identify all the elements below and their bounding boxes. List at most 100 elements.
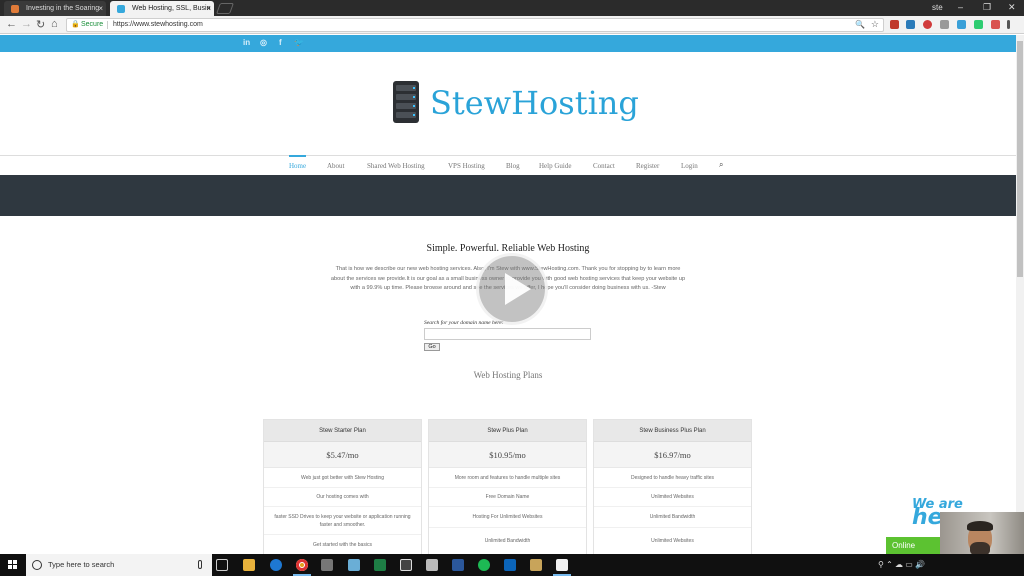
play-icon (505, 273, 531, 305)
edge-icon[interactable] (270, 559, 282, 571)
online-status-badge: Online (886, 537, 946, 554)
hero-band (0, 175, 1016, 216)
app-icon[interactable] (530, 559, 542, 571)
browser-tab-investing[interactable]: Investing in the Soaring × (4, 1, 106, 16)
site-logo-text[interactable]: StewHosting (430, 84, 639, 122)
bookmark-star-icon[interactable]: ☆ (871, 18, 879, 30)
home-icon[interactable]: ⌂ (51, 18, 58, 30)
minimize-icon[interactable]: – (958, 2, 963, 12)
browser-tab-bar: Investing in the Soaring × Web Hosting, … (0, 0, 1024, 16)
plan-feature: Our hosting comes with (264, 488, 421, 507)
nav-login[interactable]: Login (681, 162, 698, 170)
spotify-icon[interactable] (478, 559, 490, 571)
go-button[interactable]: Go (424, 343, 440, 351)
plan-card-starter: Stew Starter Plan $5.47/mo Web just got … (263, 419, 422, 559)
taskbar-search-box[interactable]: Type here to search (26, 554, 212, 576)
file-explorer-icon[interactable] (243, 559, 255, 571)
instagram-icon[interactable]: ◎ (260, 38, 267, 47)
tab-label: Investing in the Soaring (26, 5, 100, 12)
plan-feature: Unlimited Websites (594, 528, 751, 555)
favicon-icon (117, 5, 125, 13)
active-nav-indicator (289, 155, 306, 157)
plan-feature: Designed to handle heavy traffic sites (594, 468, 751, 488)
extension-icon[interactable] (991, 20, 1000, 29)
windows-start-icon[interactable] (8, 560, 18, 570)
plan-card-plus: Stew Plus Plan $10.95/mo More room and f… (428, 419, 587, 559)
close-window-icon[interactable]: ✕ (1008, 2, 1016, 13)
app-icon[interactable] (348, 559, 360, 571)
extension-icon[interactable] (923, 20, 932, 29)
plans-heading: Web Hosting Plans (473, 370, 543, 380)
system-tray[interactable]: ⚲ ⌃ ☁ ▭ 🔊 (878, 560, 925, 569)
extension-icon[interactable] (890, 20, 899, 29)
plan-card-business-plus: Stew Business Plus Plan $16.97/mo Design… (593, 419, 752, 559)
extension-icon[interactable] (957, 20, 966, 29)
favicon-icon (11, 5, 19, 13)
extension-icon[interactable] (940, 20, 949, 29)
outlook-icon[interactable] (504, 559, 516, 571)
profile-name[interactable]: ste (932, 3, 943, 12)
nav-blog[interactable]: Blog (506, 162, 520, 170)
address-bar[interactable]: 🔒 Secure https://www.stewhosting.com 🔍 ☆ (66, 18, 884, 32)
nav-shared-web-hosting[interactable]: Shared Web Hosting (367, 162, 425, 170)
plan-feature: Hosting For Unlimited Websites (429, 507, 586, 528)
nav-contact[interactable]: Contact (593, 162, 615, 170)
browser-tab-stewhosting[interactable]: Web Hosting, SSL, Busin × (110, 1, 214, 16)
plan-feature: Get started with the basics (264, 535, 421, 555)
plan-feature: Unlimited Websites (594, 488, 751, 507)
microphone-icon[interactable] (198, 560, 202, 569)
domain-search-input[interactable] (424, 328, 591, 340)
social-bar: in ◎ f 🐦 (0, 35, 1016, 52)
nav-about[interactable]: About (327, 162, 345, 170)
plan-feature: Unlimited Bandwidth (594, 507, 751, 528)
tab-label: Web Hosting, SSL, Busin (132, 5, 211, 12)
url-text[interactable]: https://www.stewhosting.com (113, 19, 203, 31)
server-logo-icon[interactable] (393, 81, 419, 123)
plan-name: Stew Plus Plan (429, 420, 586, 442)
domain-search-label: Search for your domain name here: (424, 320, 504, 326)
zoom-icon[interactable]: 🔍 (855, 19, 865, 31)
reload-icon[interactable]: ↻ (36, 18, 45, 31)
nav-vps-hosting[interactable]: VPS Hosting (448, 162, 485, 170)
plan-price: $10.95/mo (429, 442, 586, 468)
close-tab-icon[interactable]: × (98, 1, 103, 16)
site-header: StewHosting (0, 52, 1016, 155)
scrollbar-thumb[interactable] (1017, 41, 1023, 277)
cortana-icon (32, 560, 42, 570)
lock-icon: 🔒 (71, 21, 80, 28)
taskbar-search-placeholder: Type here to search (48, 560, 115, 569)
video-play-button[interactable] (476, 253, 548, 325)
linkedin-icon[interactable]: in (243, 38, 250, 47)
app-icon[interactable] (426, 559, 438, 571)
plan-feature: Web just got better with Stew Hosting (264, 468, 421, 488)
divider (107, 21, 108, 29)
camtasia-icon[interactable] (553, 559, 571, 576)
app-icon[interactable] (400, 559, 412, 571)
back-icon[interactable]: ← (6, 18, 17, 30)
nav-register[interactable]: Register (636, 162, 659, 170)
plan-feature: Unlimited Bandwidth (429, 528, 586, 555)
twitter-icon[interactable]: 🐦 (294, 38, 304, 47)
menu-dots-icon[interactable] (1007, 20, 1010, 29)
extension-icon[interactable] (974, 20, 983, 29)
chrome-icon[interactable] (293, 559, 311, 576)
page-scrollbar[interactable] (1016, 35, 1024, 554)
restore-icon[interactable]: ❐ (983, 2, 991, 13)
search-icon[interactable]: ⌕ (719, 160, 723, 170)
main-nav: Home About Shared Web Hosting VPS Hostin… (0, 155, 1016, 175)
nav-help-guide[interactable]: Help Guide (539, 162, 571, 170)
forward-icon[interactable]: → (21, 18, 32, 30)
plan-feature: faster SSD Drives to keep your website o… (264, 507, 421, 535)
new-tab-button[interactable] (215, 3, 235, 14)
plan-feature: More room and features to handle multipl… (429, 468, 586, 488)
windows-taskbar: Type here to search ⚲ ⌃ ☁ ▭ 🔊 (0, 554, 1024, 576)
extension-icon[interactable] (906, 20, 915, 29)
plan-name: Stew Business Plus Plan (594, 420, 751, 442)
word-icon[interactable] (452, 559, 464, 571)
excel-icon[interactable] (374, 559, 386, 571)
facebook-icon[interactable]: f (279, 38, 282, 47)
nav-home[interactable]: Home (289, 162, 306, 170)
calculator-icon[interactable] (321, 559, 333, 571)
task-view-icon[interactable] (216, 559, 228, 571)
close-tab-icon[interactable]: × (206, 1, 211, 16)
